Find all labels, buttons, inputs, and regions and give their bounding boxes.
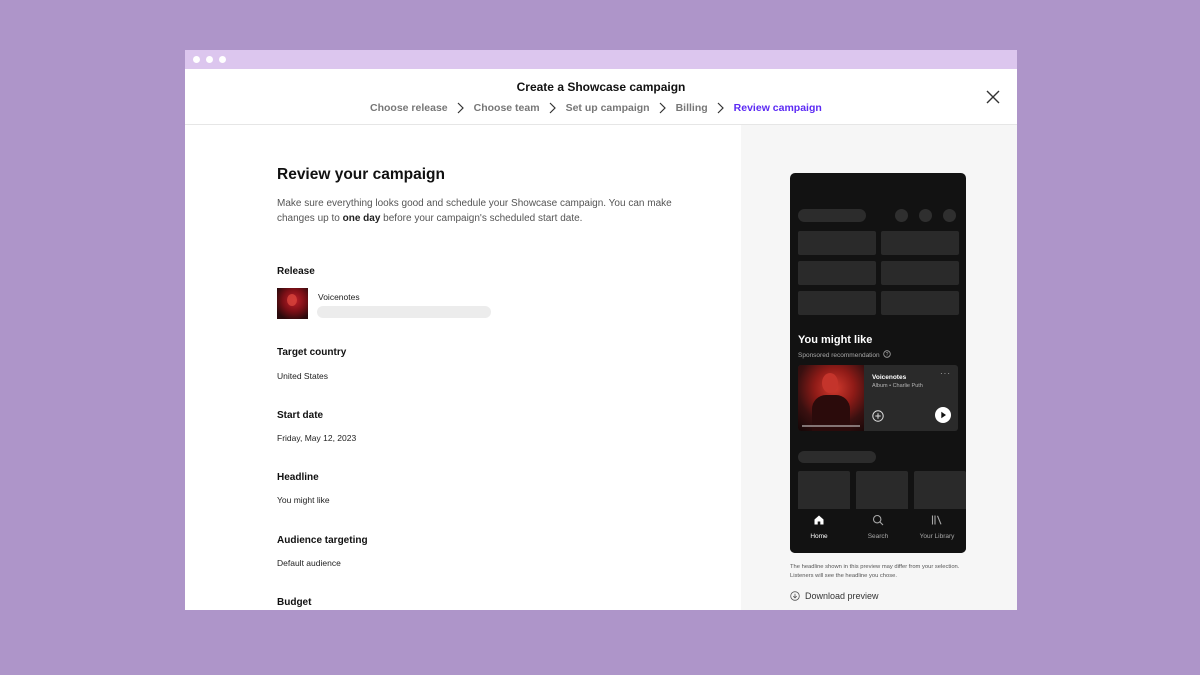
campaign-window: Create a Showcase campaign Choose releas… — [185, 50, 1017, 610]
skeleton-circle — [943, 209, 956, 222]
cover-figure — [287, 294, 297, 306]
release-cover-image — [277, 288, 308, 319]
more-options-icon[interactable]: ··· — [940, 369, 951, 378]
intro-text-bold: one day — [342, 213, 381, 224]
card-subtitle: Album • Charlie Puth — [872, 383, 923, 389]
nav-label: Your Library — [919, 533, 955, 540]
skeleton-pill — [798, 451, 876, 463]
preview-panel: You might like Sponsored recommendation … — [741, 125, 1017, 610]
nav-search[interactable]: Search — [849, 513, 907, 540]
window-titlebar — [185, 50, 1017, 69]
phone-preview: You might like Sponsored recommendation … — [790, 173, 966, 553]
art-figure-head — [822, 373, 838, 393]
skeleton-tile — [798, 291, 876, 315]
skeleton-circle — [895, 209, 908, 222]
chevron-right-icon — [650, 101, 676, 115]
modal-header: Create a Showcase campaign Choose releas… — [185, 69, 1017, 125]
step-billing[interactable]: Billing — [676, 102, 708, 114]
release-label: Release — [277, 266, 315, 277]
intro-text: Make sure everything looks good and sche… — [277, 196, 677, 226]
release-name: Voicenotes — [318, 292, 360, 302]
chevron-right-icon — [448, 101, 474, 115]
headline-value: You might like — [277, 495, 330, 505]
skeleton-circle — [919, 209, 932, 222]
bottom-nav: Home Search Your Library — [790, 509, 966, 553]
info-icon: ? — [883, 350, 892, 358]
review-panel: Review your campaign Make sure everythin… — [185, 125, 741, 610]
nav-library[interactable]: Your Library — [908, 513, 966, 540]
window-dot[interactable] — [219, 56, 226, 63]
download-preview-button[interactable]: Download preview — [790, 591, 879, 601]
audience-targeting-label: Audience targeting — [277, 535, 368, 546]
home-icon — [814, 515, 824, 525]
window-dot[interactable] — [193, 56, 200, 63]
nav-label: Home — [810, 533, 828, 540]
skeleton-tile — [881, 291, 959, 315]
page-title: Review your campaign — [277, 166, 445, 183]
start-date-value: Friday, May 12, 2023 — [277, 433, 357, 443]
add-icon[interactable] — [872, 410, 884, 422]
budget-label: Budget — [277, 597, 312, 608]
step-set-up-campaign[interactable]: Set up campaign — [566, 102, 650, 114]
step-choose-team[interactable]: Choose team — [474, 102, 540, 114]
modal-title: Create a Showcase campaign — [516, 80, 686, 94]
search-icon — [872, 514, 884, 526]
target-country-label: Target country — [277, 347, 347, 358]
intro-text-part: before your campaign's scheduled start d… — [380, 213, 583, 224]
skeleton-tile — [881, 261, 959, 285]
headline-label: Headline — [277, 472, 319, 483]
skeleton-tile — [798, 261, 876, 285]
sponsored-label: Sponsored recommendation ? — [798, 350, 892, 359]
sponsored-text: Sponsored recommendation — [798, 352, 880, 359]
window-dot[interactable] — [206, 56, 213, 63]
skeleton-pill — [798, 209, 866, 222]
nav-label: Search — [867, 533, 889, 540]
skeleton-tile — [881, 231, 959, 255]
art-strip — [802, 425, 860, 427]
close-icon[interactable] — [985, 89, 1001, 105]
album-art — [798, 365, 864, 431]
showcase-card[interactable]: Voicenotes Album • Charlie Puth ··· — [798, 365, 958, 431]
preview-headline: You might like — [798, 334, 873, 346]
card-title: Voicenotes — [872, 374, 907, 381]
download-preview-label: Download preview — [805, 591, 879, 601]
step-choose-release[interactable]: Choose release — [370, 102, 448, 114]
nav-home[interactable]: Home — [790, 513, 848, 540]
svg-text:?: ? — [886, 352, 889, 358]
download-icon — [790, 591, 800, 601]
stepper: Choose release Choose team Set up campai… — [370, 101, 822, 115]
chevron-right-icon — [708, 101, 734, 115]
library-icon — [931, 515, 942, 525]
audience-targeting-value: Default audience — [277, 558, 341, 568]
chevron-right-icon — [540, 101, 566, 115]
skeleton-tile — [798, 231, 876, 255]
step-review-campaign[interactable]: Review campaign — [734, 102, 822, 114]
play-icon[interactable] — [935, 407, 951, 423]
preview-disclaimer: The headline shown in this preview may d… — [790, 564, 960, 579]
target-country-value: United States — [277, 371, 329, 381]
start-date-label: Start date — [277, 410, 324, 421]
release-details-placeholder — [317, 306, 491, 318]
